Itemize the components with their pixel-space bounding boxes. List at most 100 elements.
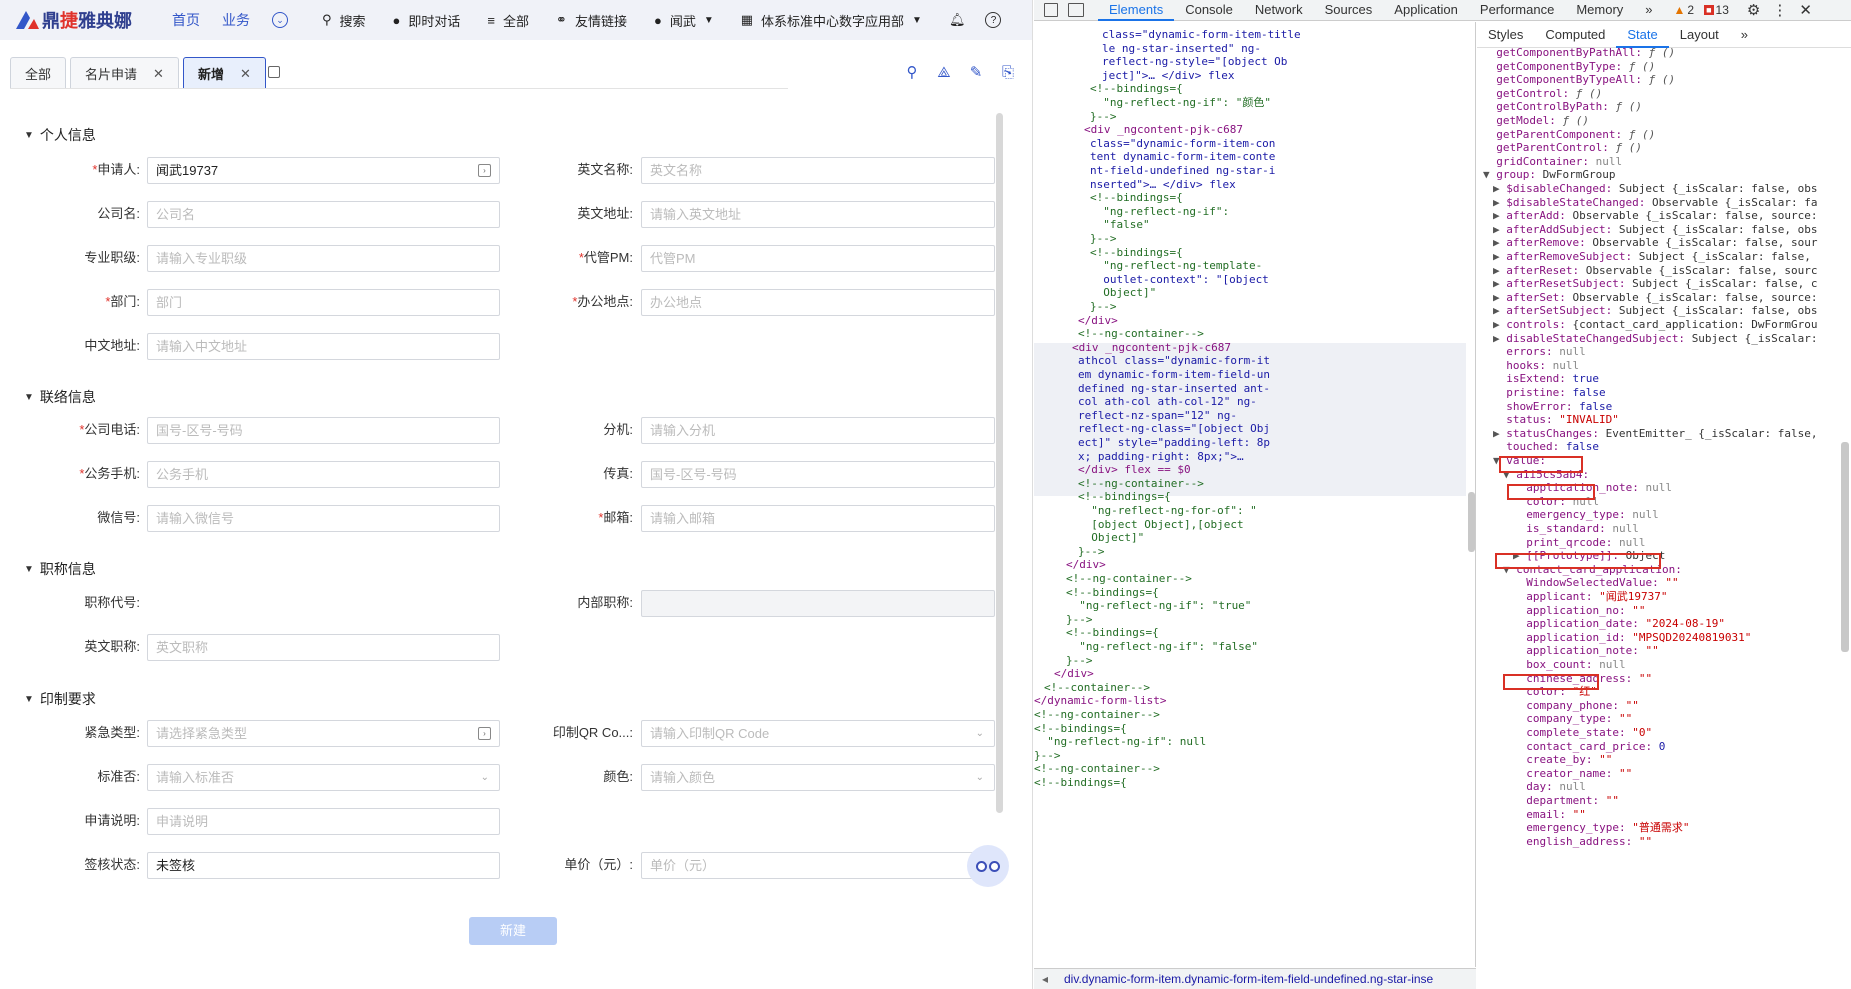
state-property-line[interactable]: ▶ afterReset: Observable {_isScalar: fal… [1493, 264, 1818, 278]
close-devtools-icon[interactable]: ✕ [1799, 1, 1812, 19]
state-scrollbar[interactable] [1841, 442, 1849, 652]
state-property-line[interactable]: getParentComponent: ƒ () [1483, 128, 1655, 142]
state-property-line[interactable]: WindowSelectedValue: "" [1513, 576, 1678, 590]
top-org[interactable]: ▦ 体系标准中心数字应用部 ▼ [741, 11, 922, 30]
dom-node-line[interactable]: ect]" style="padding-left: 8p [1078, 436, 1270, 450]
settings-gear-icon[interactable]: ⚙ [1747, 1, 1760, 19]
state-property-line[interactable]: status: "INVALID" [1493, 413, 1619, 427]
state-property-line[interactable]: ▶ disableStateChangedSubject: Subject {_… [1493, 332, 1818, 346]
devtools-tab-application[interactable]: Application [1383, 0, 1469, 21]
export-doc-icon[interactable]: ⎘ [999, 64, 1017, 82]
state-property-line[interactable]: ▶ afterRemoveSubject: Subject {_isScalar… [1493, 250, 1811, 264]
state-property-line[interactable]: application_id: "MPSQD20240819031" [1513, 631, 1751, 645]
state-property-line[interactable]: ▼ group: DwFormGroup [1483, 168, 1615, 182]
warnings-badge[interactable]: ▲ 2 [1674, 3, 1695, 17]
section-print[interactable]: ▼ 印制要求 [24, 689, 96, 709]
applicant-field[interactable]: 闻武19737 › [147, 157, 500, 184]
chinese-address-field[interactable]: 请输入中文地址 [147, 333, 500, 360]
state-property-line[interactable]: isExtend: true [1493, 372, 1599, 386]
state-property-line[interactable]: ▶ afterResetSubject: Subject {_isScalar:… [1493, 277, 1818, 291]
dom-node-line[interactable]: <!--ng-container--> [1078, 477, 1204, 491]
dom-node-line[interactable]: "ng-reflect-ng-if": "颜色" [1090, 96, 1271, 110]
nav-more-chevron-icon[interactable]: ⌄ [272, 12, 288, 28]
state-property-line[interactable]: day: null [1513, 780, 1586, 794]
dom-node-line[interactable]: }--> [1090, 300, 1117, 314]
dom-node-line[interactable]: <!--bindings={ [1090, 246, 1183, 260]
dom-node-line[interactable]: <!--ng-container--> [1078, 327, 1204, 341]
state-property-line[interactable]: getModel: ƒ () [1483, 114, 1589, 128]
state-property-line[interactable]: hooks: null [1493, 359, 1579, 373]
dom-node-line[interactable]: reflect-nz-span="12" ng- [1078, 409, 1237, 423]
internal-title-field[interactable] [641, 590, 995, 617]
tab-all[interactable]: 全部 [10, 57, 67, 89]
dom-node-line[interactable]: Object]" [1078, 531, 1144, 545]
state-property-line[interactable]: department: "" [1513, 794, 1619, 808]
devtools-tab-elements[interactable]: Elements [1098, 0, 1175, 21]
state-property-line[interactable]: email: "" [1513, 808, 1586, 822]
translate-icon[interactable]: ⟁ [935, 64, 953, 82]
professional-rank-field[interactable]: 请输入专业职级 [147, 245, 500, 272]
devtools-tab-more[interactable]: » [1634, 0, 1663, 21]
dom-node-line[interactable]: "ng-reflect-ng-if": "false" [1066, 640, 1258, 654]
dom-node-line[interactable]: </dynamic-form-list> [1034, 694, 1166, 708]
state-property-line[interactable]: company_type: "" [1513, 712, 1632, 726]
state-property-line[interactable]: box_count: null [1513, 658, 1625, 672]
top-user[interactable]: ● 闻武 ▼ [654, 11, 714, 30]
section-title[interactable]: ▼ 职称信息 [24, 559, 96, 579]
state-property-line[interactable]: application_no: "" [1513, 604, 1645, 618]
state-property-line[interactable]: ▶ controls: {contact_card_application: D… [1493, 318, 1818, 332]
chevron-left-icon[interactable]: ◂ [1042, 969, 1048, 989]
state-property-line[interactable]: ▶ afterSet: Observable {_isScalar: false… [1493, 291, 1818, 305]
state-property-line[interactable]: applicant: "闻武19737" [1513, 590, 1667, 604]
company-phone-field[interactable]: 国号-区号-号码 [147, 417, 500, 444]
errors-badge[interactable]: ■ 13 [1704, 3, 1729, 17]
state-property-line[interactable]: emergency_type: "普通需求" [1513, 821, 1689, 835]
copy-tab-icon[interactable] [268, 66, 280, 78]
dom-node-line[interactable]: <!--container--> [1044, 681, 1150, 695]
state-property-line[interactable]: create_by: "" [1513, 753, 1612, 767]
state-property-line[interactable]: application_date: "2024-08-19" [1513, 617, 1725, 631]
logo[interactable]: 鼎捷雅典娜 [14, 7, 132, 33]
top-all[interactable]: ≡ 全部 [487, 11, 529, 30]
print-qr-select[interactable]: 请输入印制QR Code ⌄ [641, 720, 995, 747]
dom-node-line[interactable]: class="dynamic-form-item-title [1102, 28, 1301, 42]
section-contact[interactable]: ▼ 联络信息 [24, 387, 96, 407]
state-property-line[interactable]: ▶ statusChanges: EventEmitter_ {_isScala… [1493, 427, 1818, 441]
dom-node-line[interactable]: nserted">… </div> flex [1090, 178, 1236, 192]
unit-price-field[interactable]: 单价（元） [641, 852, 981, 879]
nav-business[interactable]: 业务 [222, 10, 250, 30]
state-property-line[interactable]: ▶ afterRemove: Observable {_isScalar: fa… [1493, 236, 1818, 250]
element-breadcrumb[interactable]: ◂ div.dynamic-form-item.dynamic-form-item… [1034, 968, 1476, 989]
business-mobile-field[interactable]: 公务手机 [147, 461, 500, 488]
email-field[interactable]: 请输入邮箱 [641, 505, 995, 532]
dom-node-line[interactable]: ject]">… </div> flex [1102, 69, 1234, 83]
dom-node-line[interactable]: "ng-reflect-ng-template- [1090, 259, 1262, 273]
top-chat[interactable]: ● 即时对话 [393, 11, 461, 30]
top-search[interactable]: ⚲ 搜索 [322, 11, 366, 30]
tab-new[interactable]: 新增 ✕ [182, 57, 266, 89]
dom-node-line[interactable]: }--> [1066, 654, 1093, 668]
side-tab-styles[interactable]: Styles [1477, 22, 1534, 48]
acting-pm-field[interactable]: 代管PM [641, 245, 995, 272]
dom-node-line[interactable]: </div> [1054, 667, 1094, 681]
search-icon[interactable]: ⚲ [903, 64, 921, 82]
dom-node-line[interactable]: </div> flex == $0 [1078, 463, 1191, 477]
state-pane[interactable]: Styles Computed State Layout » getCompon… [1477, 22, 1851, 989]
devtools-tab-performance[interactable]: Performance [1469, 0, 1565, 21]
dom-node-line[interactable]: class="dynamic-form-item-con [1090, 137, 1275, 151]
state-property-line[interactable]: print_qrcode: null [1513, 536, 1645, 550]
dom-node-line[interactable]: }--> [1066, 613, 1093, 627]
state-property-line[interactable]: touched: false [1493, 440, 1599, 454]
dom-node-line[interactable]: "false" [1090, 218, 1149, 232]
elements-tree[interactable]: class="dynamic-form-item-title le ng-star… [1034, 22, 1476, 967]
section-personal[interactable]: ▼ 个人信息 [24, 125, 96, 145]
application-note-field[interactable]: 申请说明 [147, 808, 500, 835]
state-property-line[interactable]: getControl: ƒ () [1483, 87, 1602, 101]
emergency-type-field[interactable]: 请选择紧急类型 › [147, 720, 500, 747]
state-property-line[interactable]: ▶ afterAdd: Observable {_isScalar: false… [1493, 209, 1818, 223]
company-name-field[interactable]: 公司名 [147, 201, 500, 228]
state-property-line[interactable]: getComponentByType: ƒ () [1483, 60, 1655, 74]
dom-node-line[interactable]: col ath-col ath-col-12" ng- [1078, 395, 1257, 409]
color-select[interactable]: 请输入颜色 ⌄ [641, 764, 995, 791]
device-toolbar-icon[interactable] [1068, 3, 1084, 17]
